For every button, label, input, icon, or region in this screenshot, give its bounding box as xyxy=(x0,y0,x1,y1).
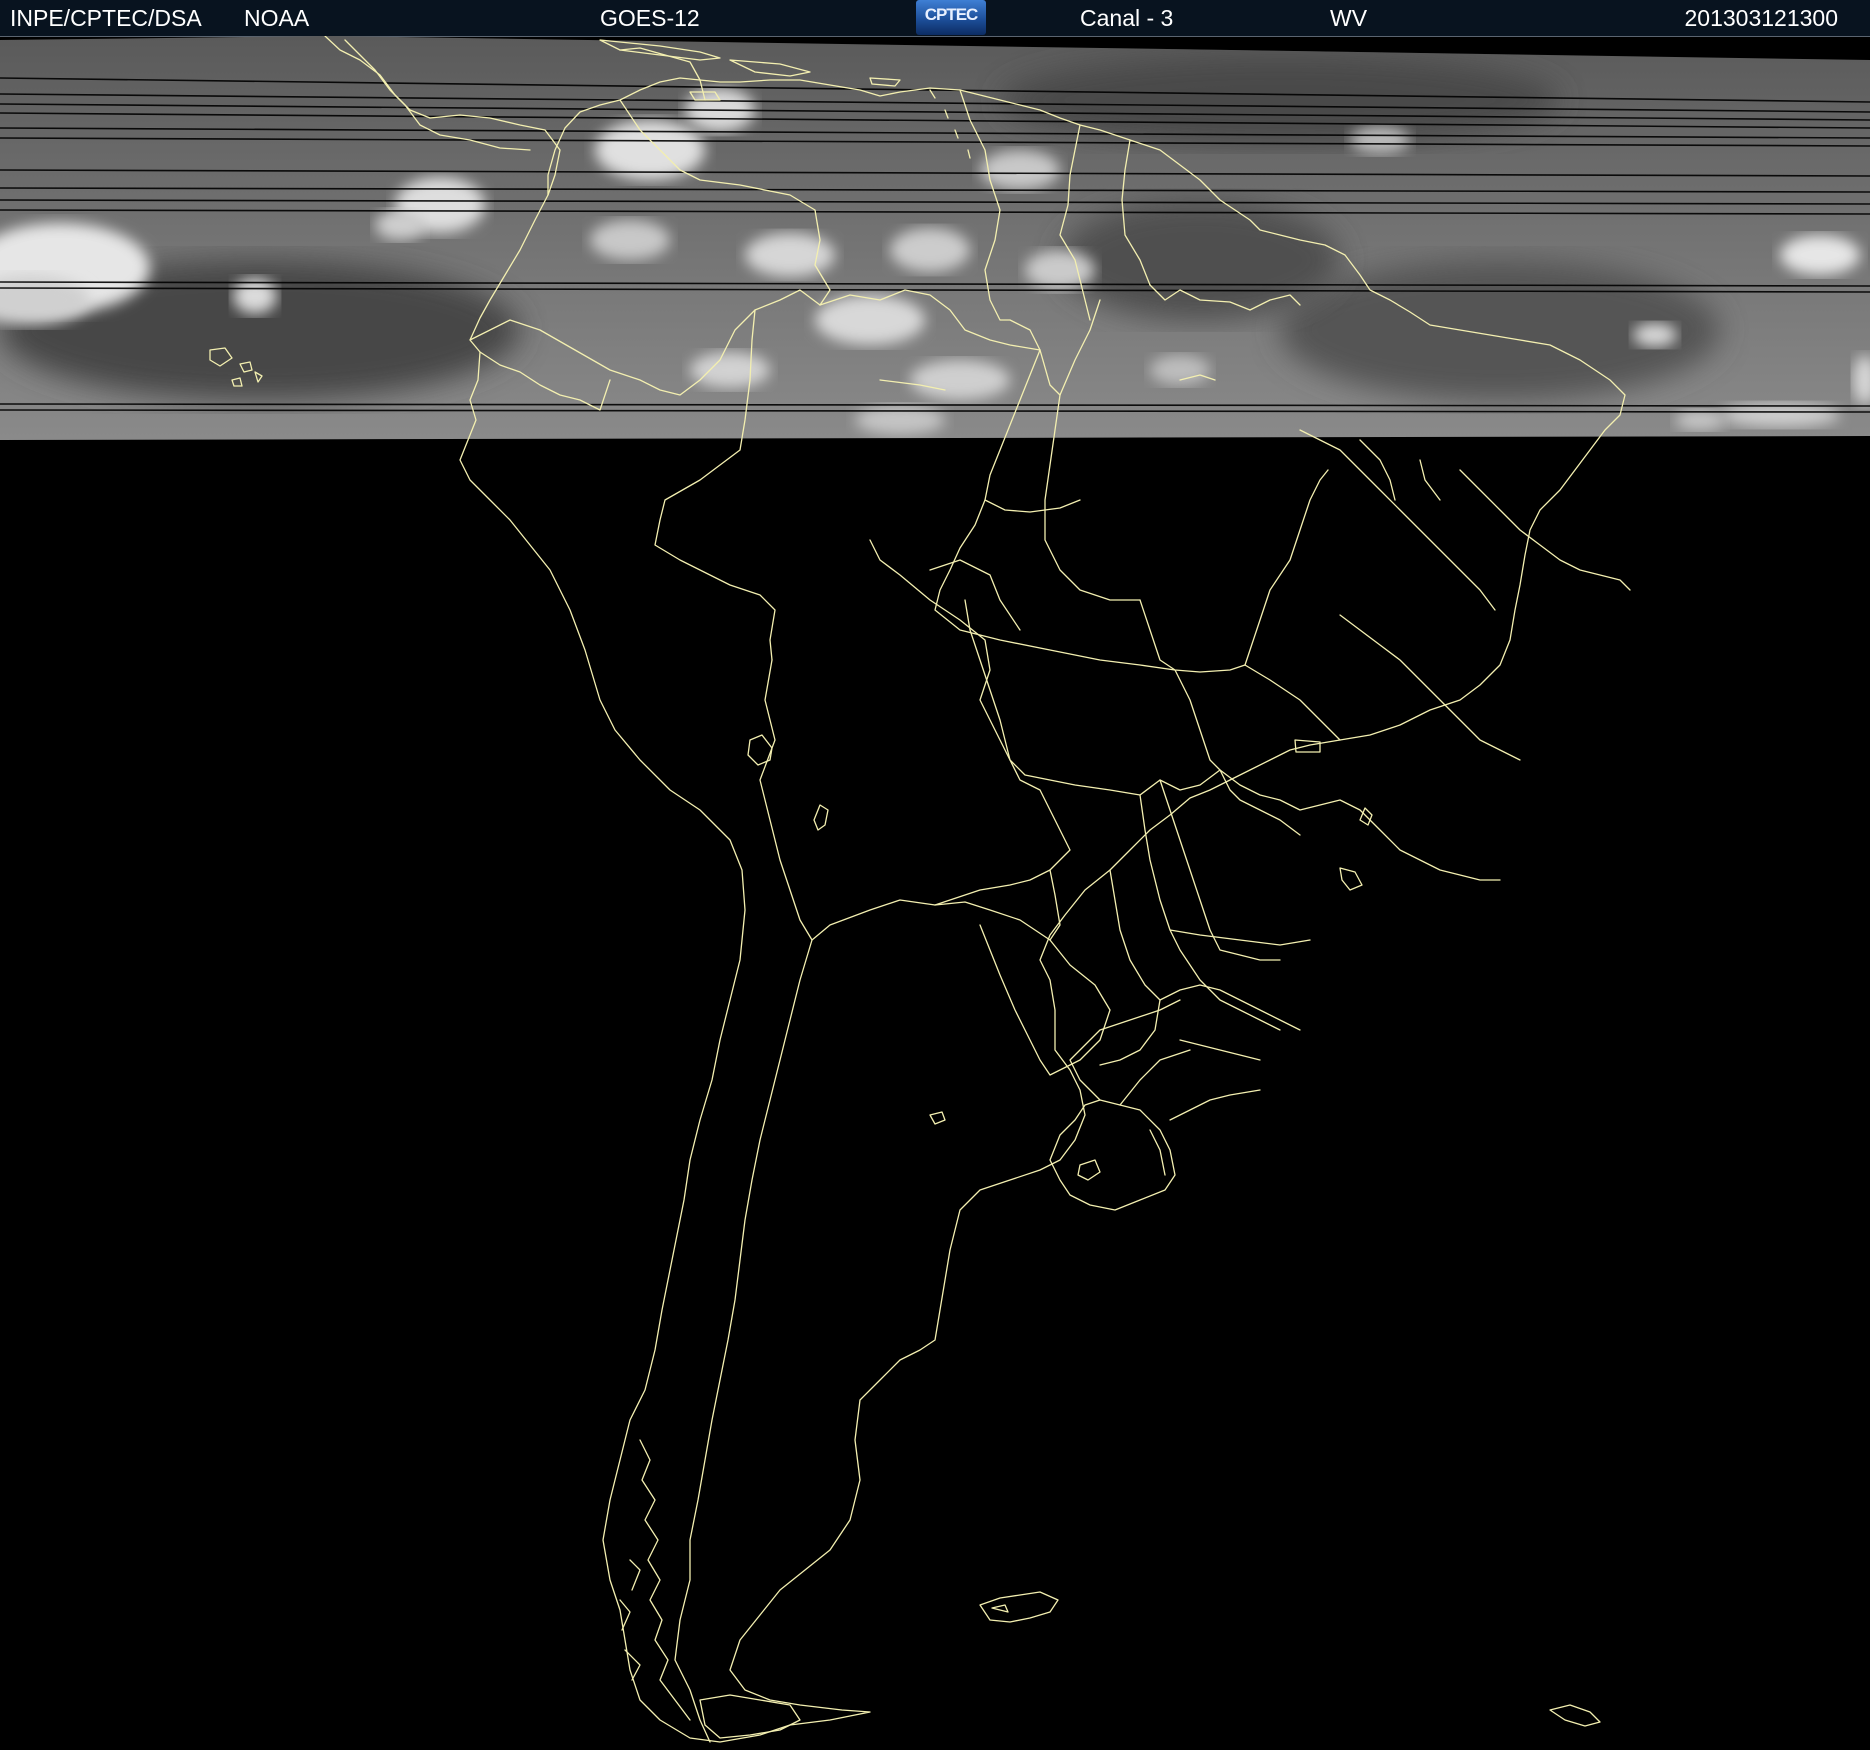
brazil-minas-gerais xyxy=(1219,769,1501,881)
brazil-sao-paulo xyxy=(1159,984,1301,1031)
brazil-south-states xyxy=(1139,794,1311,1031)
cptec-logo-text: CPTEC xyxy=(924,5,979,24)
border-argentina-brazil xyxy=(1069,999,1181,1101)
satellite-image-viewer: INPE/CPTEC/DSA NOAA GOES-12 CPTEC Canal … xyxy=(0,0,1870,1750)
water-vapor-imagery-strip xyxy=(0,36,1870,440)
border-bolivia xyxy=(759,539,1071,941)
border-uruguay xyxy=(1049,1099,1176,1211)
map-canvas xyxy=(0,36,1870,1743)
cptec-logo: CPTEC xyxy=(916,0,986,35)
border-chile-argentina xyxy=(674,939,813,1743)
band-label: WV xyxy=(1330,5,1368,31)
channel-label: Canal - 3 xyxy=(1080,5,1174,31)
lake-titicaca xyxy=(747,734,773,766)
organization-label: INPE/CPTEC/DSA xyxy=(10,5,202,31)
brazil-northeast-states xyxy=(1299,429,1631,611)
falkland-islands xyxy=(979,1591,1059,1623)
border-para-maranhao xyxy=(1244,469,1329,666)
border-paraguay-argentina xyxy=(1099,869,1161,1066)
chilean-fjords xyxy=(619,1439,691,1721)
brazil-state-mato-grosso xyxy=(929,559,1221,796)
tierra-del-fuego xyxy=(699,1694,801,1739)
timestamp-label: 201303121300 xyxy=(1684,5,1839,31)
salar-uyuni xyxy=(813,804,829,831)
brazil-rio-grande-do-sul xyxy=(1119,1049,1191,1176)
agency-label: NOAA xyxy=(244,5,310,31)
lagoa-dos-patos xyxy=(1077,1159,1101,1181)
brazil-bahia xyxy=(1244,614,1521,761)
image-header-bar: INPE/CPTEC/DSA NOAA GOES-12 CPTEC Canal … xyxy=(0,0,1870,37)
lake-mar-chiquita xyxy=(929,1111,946,1125)
south-georgia xyxy=(1549,1704,1601,1727)
brazil-goias xyxy=(1159,779,1281,961)
border-paraguay xyxy=(934,869,1111,1076)
brazil-santa-catarina xyxy=(1169,1089,1261,1121)
furnas-lake xyxy=(1339,867,1363,891)
satellite-map xyxy=(0,36,1870,1750)
brazil-parana xyxy=(1179,1039,1261,1061)
satellite-label: GOES-12 xyxy=(600,5,700,31)
brazil-central-states xyxy=(1139,599,1301,836)
